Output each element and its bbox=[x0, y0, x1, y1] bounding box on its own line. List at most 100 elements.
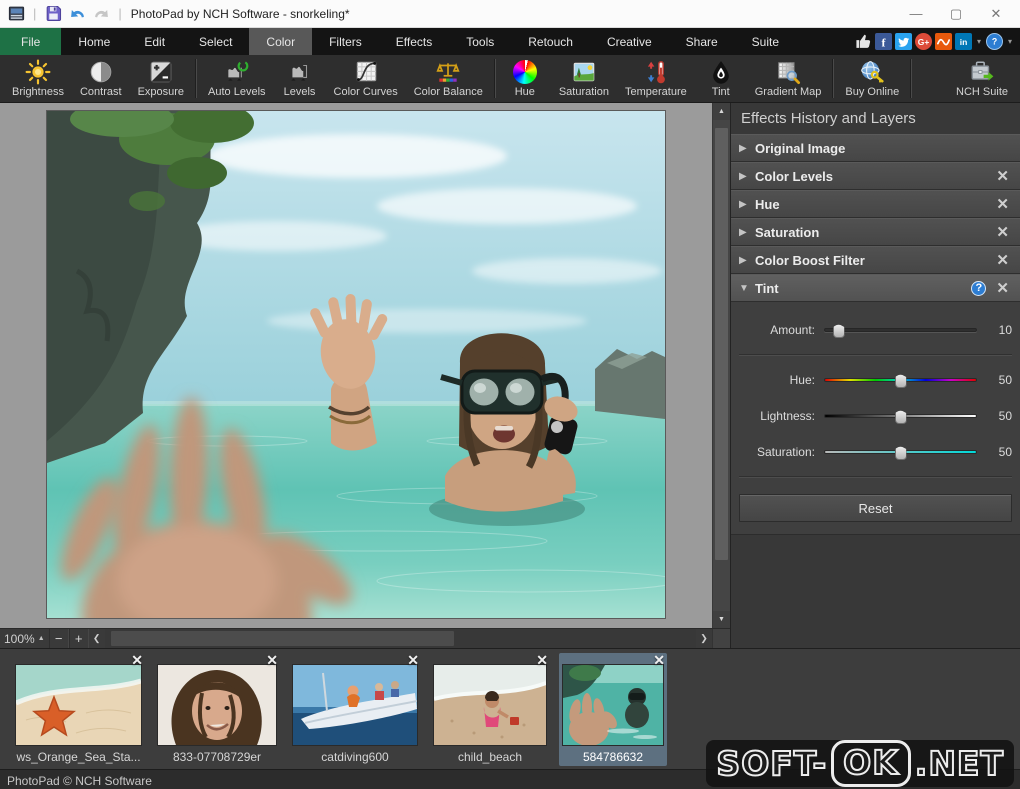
scroll-left-icon[interactable]: ❮ bbox=[89, 629, 105, 648]
close-icon[interactable]: ✕ bbox=[653, 653, 665, 667]
linkedin-icon[interactable]: in bbox=[955, 33, 972, 50]
undo-icon[interactable] bbox=[67, 4, 87, 24]
vertical-scrollbar[interactable]: ▲ ▼ bbox=[712, 103, 730, 628]
filmstrip-item[interactable]: ✕ catdiving600 bbox=[289, 653, 421, 766]
help-dropdown-icon[interactable]: ▾ bbox=[1006, 37, 1014, 46]
layer-row-color-levels[interactable]: ▶ Color Levels ✕ bbox=[731, 162, 1020, 190]
slider-handle[interactable] bbox=[895, 374, 907, 388]
tab-filters[interactable]: Filters bbox=[312, 28, 379, 55]
close-icon[interactable]: ✕ bbox=[266, 653, 278, 667]
filmstrip-item[interactable]: ✕ ws_Orange_Sea_Sta... bbox=[12, 653, 145, 766]
photo-canvas[interactable] bbox=[47, 111, 665, 618]
tab-file[interactable]: File bbox=[0, 28, 61, 55]
close-icon[interactable]: ✕ bbox=[993, 169, 1012, 184]
expand-icon[interactable]: ▶ bbox=[739, 227, 755, 238]
twitter-icon[interactable] bbox=[895, 33, 912, 50]
close-button[interactable]: ✕ bbox=[976, 1, 1016, 27]
buy-online-button[interactable]: Buy Online bbox=[837, 55, 907, 102]
close-icon[interactable]: ✕ bbox=[407, 653, 419, 667]
layer-row-original-image[interactable]: ▶ Original Image bbox=[731, 134, 1020, 162]
hue-slider[interactable] bbox=[824, 378, 977, 382]
expand-icon[interactable]: ▶ bbox=[739, 171, 755, 182]
tab-suite[interactable]: Suite bbox=[735, 28, 796, 55]
nch-suite-icon bbox=[969, 58, 995, 85]
filmstrip-item[interactable]: ✕ child_beach bbox=[430, 653, 550, 766]
gradient-map-button[interactable]: Gradient Map bbox=[747, 55, 830, 102]
close-icon[interactable]: ✕ bbox=[536, 653, 548, 667]
zoom-out-button[interactable]: − bbox=[49, 629, 69, 648]
help-icon[interactable]: ? bbox=[986, 33, 1003, 50]
slider-handle[interactable] bbox=[833, 324, 845, 338]
reset-button[interactable]: Reset bbox=[739, 494, 1012, 522]
layer-row-hue[interactable]: ▶ Hue ✕ bbox=[731, 190, 1020, 218]
tab-share[interactable]: Share bbox=[669, 28, 735, 55]
maximize-button[interactable]: ▢ bbox=[936, 1, 976, 27]
hue-slider-row: Hue: 50 bbox=[739, 362, 1012, 398]
close-icon[interactable]: ✕ bbox=[993, 225, 1012, 240]
redo-icon[interactable] bbox=[91, 4, 111, 24]
tab-edit[interactable]: Edit bbox=[127, 28, 182, 55]
layer-row-saturation[interactable]: ▶ Saturation ✕ bbox=[731, 218, 1020, 246]
contrast-button[interactable]: Contrast bbox=[72, 55, 130, 102]
filmstrip-item-selected[interactable]: ✕ 584786632 bbox=[559, 653, 667, 766]
app-icon[interactable] bbox=[6, 4, 26, 24]
like-icon[interactable] bbox=[855, 33, 872, 50]
horizontal-scroll-track[interactable] bbox=[105, 629, 696, 648]
zoom-level-control[interactable]: 100% ▲ bbox=[0, 629, 49, 648]
scroll-down-icon[interactable]: ▼ bbox=[713, 611, 730, 628]
zoom-spinner-icon[interactable]: ▲ bbox=[38, 635, 45, 642]
vertical-scroll-thumb[interactable] bbox=[715, 128, 728, 560]
hue-button[interactable]: Hue bbox=[499, 55, 551, 102]
google-plus-icon[interactable]: G+ bbox=[915, 33, 932, 50]
thumbnail-starfish[interactable] bbox=[16, 665, 141, 745]
tab-tools[interactable]: Tools bbox=[449, 28, 511, 55]
close-icon[interactable]: ✕ bbox=[993, 253, 1012, 268]
exposure-button[interactable]: Exposure bbox=[130, 55, 192, 102]
color-balance-button[interactable]: Color Balance bbox=[406, 55, 491, 102]
close-icon[interactable]: ✕ bbox=[993, 197, 1012, 212]
tint-button[interactable]: Tint bbox=[695, 55, 747, 102]
chevron-down-icon[interactable]: ▾ bbox=[975, 37, 983, 46]
save-icon[interactable] bbox=[43, 4, 63, 24]
close-icon[interactable]: ✕ bbox=[993, 281, 1012, 296]
thumbnail-child-beach[interactable] bbox=[434, 665, 546, 745]
nch-icon[interactable] bbox=[935, 33, 952, 50]
tab-creative[interactable]: Creative bbox=[590, 28, 669, 55]
levels-button[interactable]: Levels bbox=[274, 55, 326, 102]
amount-slider[interactable] bbox=[824, 328, 977, 332]
expand-icon[interactable]: ▶ bbox=[739, 255, 755, 266]
brightness-button[interactable]: Brightness bbox=[4, 55, 72, 102]
minimize-button[interactable]: — bbox=[896, 1, 936, 27]
saturation-button[interactable]: Saturation bbox=[551, 55, 617, 102]
tab-select[interactable]: Select bbox=[182, 28, 249, 55]
auto-levels-button[interactable]: Auto Levels bbox=[200, 55, 273, 102]
zoom-in-button[interactable]: + bbox=[69, 629, 89, 648]
close-icon[interactable]: ✕ bbox=[131, 653, 143, 667]
slider-handle[interactable] bbox=[895, 446, 907, 460]
thumbnail-boat[interactable] bbox=[293, 665, 417, 745]
tab-retouch[interactable]: Retouch bbox=[511, 28, 590, 55]
scroll-up-icon[interactable]: ▲ bbox=[713, 103, 730, 120]
horizontal-scroll-thumb[interactable] bbox=[111, 631, 454, 646]
tab-effects[interactable]: Effects bbox=[379, 28, 449, 55]
facebook-icon[interactable]: f bbox=[875, 33, 892, 50]
filmstrip-item[interactable]: ✕ 833-07708729er bbox=[154, 653, 280, 766]
tab-color[interactable]: Color bbox=[249, 28, 312, 55]
scroll-right-icon[interactable]: ❯ bbox=[696, 629, 712, 648]
slider-handle[interactable] bbox=[895, 410, 907, 424]
saturation-slider[interactable] bbox=[824, 450, 977, 454]
expand-icon[interactable]: ▶ bbox=[739, 143, 755, 154]
nch-suite-button[interactable]: NCH Suite bbox=[948, 55, 1016, 102]
layer-row-color-boost-filter[interactable]: ▶ Color Boost Filter ✕ bbox=[731, 246, 1020, 274]
thumbnail-snorkeling[interactable] bbox=[563, 665, 663, 745]
lightness-slider[interactable] bbox=[824, 414, 977, 418]
tab-home[interactable]: Home bbox=[61, 28, 127, 55]
temperature-button[interactable]: Temperature bbox=[617, 55, 695, 102]
thumbnail-portrait[interactable] bbox=[158, 665, 276, 745]
color-curves-button[interactable]: Color Curves bbox=[326, 55, 406, 102]
layer-row-tint[interactable]: ▼ Tint ? ✕ bbox=[731, 274, 1020, 302]
collapse-icon[interactable]: ▼ bbox=[739, 283, 755, 294]
expand-icon[interactable]: ▶ bbox=[739, 199, 755, 210]
help-icon[interactable]: ? bbox=[971, 281, 986, 296]
vertical-scroll-track[interactable] bbox=[713, 120, 730, 611]
